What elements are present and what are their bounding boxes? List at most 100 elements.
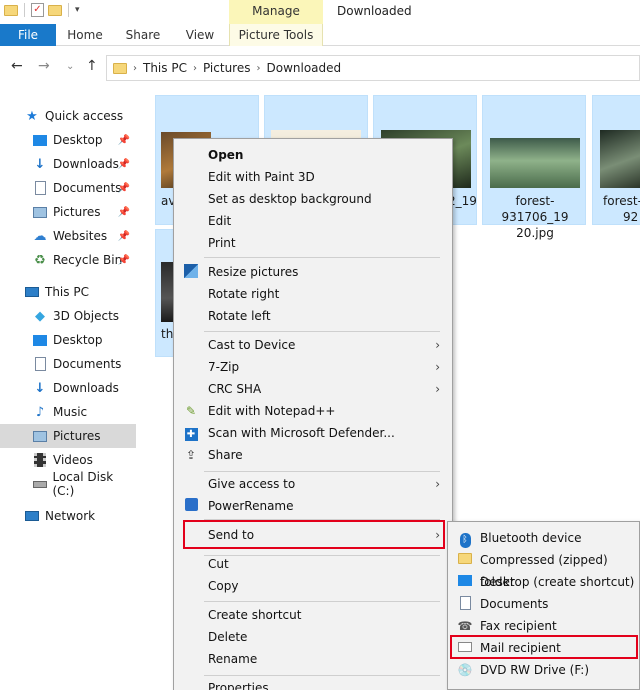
breadcrumb-this-pc[interactable]: This PC: [143, 61, 187, 75]
nav-item-pictures-quick[interactable]: Pictures 📌: [0, 200, 136, 224]
menu-item-open[interactable]: Open: [174, 144, 452, 166]
pin-icon[interactable]: 📌: [118, 231, 130, 242]
menu-item-set-desktop-background[interactable]: Set as desktop background: [174, 188, 452, 210]
nav-item-3d-objects[interactable]: ◆ 3D Objects: [0, 304, 136, 328]
nav-item-downloads[interactable]: ↓ Downloads 📌: [0, 152, 136, 176]
customize-toolbar-icon[interactable]: ▾: [75, 5, 80, 15]
menu-item-properties[interactable]: Properties: [174, 677, 452, 690]
forward-arrow-icon[interactable]: →: [38, 58, 50, 74]
menu-item-print[interactable]: Print: [174, 232, 452, 254]
send-to-desktop[interactable]: Desktop (create shortcut): [448, 571, 639, 593]
pin-icon[interactable]: 📌: [118, 135, 130, 146]
nav-network[interactable]: Network: [0, 504, 136, 528]
navigation-bar: ← → ⌄ ↑ › This PC › Pictures › Downloade…: [0, 52, 640, 82]
send-to-fax[interactable]: ☎ Fax recipient: [448, 615, 639, 637]
tab-file[interactable]: File: [0, 24, 56, 46]
send-to-dvd-drive[interactable]: 💿 DVD RW Drive (F:): [448, 659, 639, 681]
breadcrumb-pictures[interactable]: Pictures: [203, 61, 251, 75]
submenu-arrow-icon: ›: [435, 382, 440, 396]
pin-icon[interactable]: 📌: [118, 207, 130, 218]
folder-icon[interactable]: [4, 4, 18, 16]
manage-tab[interactable]: Manage: [229, 0, 323, 24]
file-tile[interactable]: forest-931706_19 20.jpg: [482, 95, 586, 240]
menu-item-7zip[interactable]: 7-Zip ›: [174, 356, 452, 378]
nav-item-music[interactable]: ♪ Music: [0, 400, 136, 424]
nav-label: Quick access: [45, 109, 124, 123]
new-folder-icon[interactable]: [48, 4, 62, 16]
nav-label: This PC: [45, 285, 89, 299]
thumbnail: [490, 138, 580, 188]
recent-locations-chevron-icon[interactable]: ⌄: [66, 61, 74, 72]
menu-item-edit[interactable]: Edit: [174, 210, 452, 232]
menu-item-label: 7-Zip: [208, 360, 240, 374]
send-to-zip[interactable]: Compressed (zipped) folder: [448, 549, 639, 589]
menu-item-create-shortcut[interactable]: Create shortcut: [174, 604, 452, 626]
nav-item-documents-pc[interactable]: Documents: [0, 352, 136, 376]
breadcrumb-downloaded[interactable]: Downloaded: [266, 61, 341, 75]
tab-share[interactable]: Share: [118, 24, 168, 46]
pin-icon[interactable]: 📌: [118, 183, 130, 194]
menu-item-scan-defender[interactable]: ✚ Scan with Microsoft Defender...: [174, 422, 452, 444]
ribbon-tabs: File Home Share View Picture Tools: [0, 24, 640, 46]
defender-shield-icon: ✚: [183, 425, 199, 441]
network-icon: [24, 508, 40, 524]
file-tile[interactable]: forest- 92: [592, 95, 640, 225]
menu-item-label: PowerRename: [208, 499, 294, 513]
send-to-documents[interactable]: Documents: [448, 593, 639, 615]
drive-icon: [32, 476, 47, 492]
menu-item-edit-notepadpp[interactable]: ✎ Edit with Notepad++: [174, 400, 452, 422]
pin-icon[interactable]: 📌: [118, 159, 130, 170]
dvd-drive-icon: 💿: [457, 663, 473, 677]
menu-item-rotate-right[interactable]: Rotate right: [174, 283, 452, 305]
menu-item-give-access[interactable]: Give access to ›: [174, 473, 452, 495]
menu-item-resize-pictures[interactable]: Resize pictures: [174, 261, 452, 283]
breadcrumb-chevron-icon[interactable]: ›: [256, 63, 260, 74]
music-note-icon: ♪: [35, 404, 45, 420]
nav-item-documents[interactable]: Documents 📌: [0, 176, 136, 200]
menu-item-powerrename[interactable]: PowerRename: [174, 495, 452, 517]
file-name-line: forest-931706_19: [501, 194, 569, 224]
nav-label: Videos: [53, 453, 93, 467]
context-menu: Open Edit with Paint 3D Set as desktop b…: [173, 138, 453, 690]
menu-item-cast-to-device[interactable]: Cast to Device ›: [174, 334, 452, 356]
nav-quick-access[interactable]: ★ Quick access: [0, 104, 136, 128]
nav-item-recycle-bin[interactable]: ♻ Recycle Bin 📌: [0, 248, 136, 272]
nav-item-pictures[interactable]: Pictures: [0, 424, 136, 448]
menu-item-copy[interactable]: Copy: [174, 575, 452, 597]
menu-item-label: Give access to: [208, 477, 296, 491]
nav-item-desktop[interactable]: Desktop 📌: [0, 128, 136, 152]
share-icon: ⇪: [185, 448, 197, 462]
menu-item-crc-sha[interactable]: CRC SHA ›: [174, 378, 452, 400]
nav-item-websites[interactable]: ☁ Websites 📌: [0, 224, 136, 248]
up-arrow-icon[interactable]: ↑: [86, 58, 98, 74]
nav-label: Recycle Bin: [53, 253, 123, 267]
file-name-line: forest-: [603, 194, 640, 208]
menu-item-rotate-left[interactable]: Rotate left: [174, 305, 452, 327]
menu-item-edit-paint3d[interactable]: Edit with Paint 3D: [174, 166, 452, 188]
menu-separator: [204, 331, 440, 332]
tab-home[interactable]: Home: [60, 24, 110, 46]
nav-item-local-disk[interactable]: Local Disk (C:): [0, 470, 136, 498]
menu-separator: [204, 601, 440, 602]
nav-item-videos[interactable]: Videos: [0, 448, 136, 472]
tab-view[interactable]: View: [176, 24, 224, 46]
nav-item-desktop-pc[interactable]: Desktop: [0, 328, 136, 352]
properties-check-icon[interactable]: ✓: [31, 3, 44, 17]
menu-item-delete[interactable]: Delete: [174, 626, 452, 648]
nav-this-pc[interactable]: This PC: [0, 280, 136, 304]
document-icon: [32, 180, 48, 196]
menu-item-rename[interactable]: Rename: [174, 648, 452, 670]
tab-picture-tools[interactable]: Picture Tools: [229, 24, 323, 46]
breadcrumb-chevron-icon[interactable]: ›: [193, 63, 197, 74]
folder-icon: [113, 62, 127, 74]
menu-item-cut[interactable]: Cut: [174, 553, 452, 575]
send-to-bluetooth[interactable]: ᛒ Bluetooth device: [448, 527, 639, 549]
back-arrow-icon[interactable]: ←: [11, 58, 23, 74]
menu-item-label: Scan with Microsoft Defender...: [208, 426, 395, 440]
breadcrumb-chevron-icon[interactable]: ›: [133, 63, 137, 74]
address-bar[interactable]: › This PC › Pictures › Downloaded: [106, 55, 640, 81]
window-title: Downloaded: [337, 4, 412, 18]
nav-item-downloads-pc[interactable]: ↓ Downloads: [0, 376, 136, 400]
pin-icon[interactable]: 📌: [118, 255, 130, 266]
menu-item-share[interactable]: ⇪ Share: [174, 444, 452, 466]
